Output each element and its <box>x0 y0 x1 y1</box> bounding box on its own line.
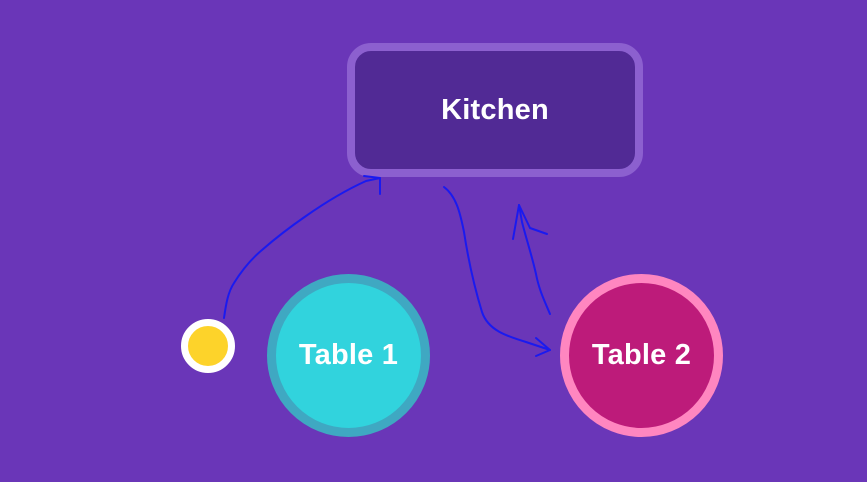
canvas: Kitchen Table 1 Table 2 <box>0 0 867 482</box>
arrow-kitchen-to-table-2 <box>443 186 551 351</box>
kitchen-label: Kitchen <box>441 93 549 126</box>
table-2-node[interactable]: Table 2 <box>560 274 723 437</box>
arrow-table-2-to-kitchen <box>518 204 551 315</box>
arrowhead-table-2-to-kitchen <box>512 204 548 240</box>
arrowhead-token-to-kitchen <box>363 175 381 195</box>
arrowhead-kitchen-to-table-2 <box>535 337 551 357</box>
yellow-token[interactable] <box>181 319 235 373</box>
kitchen-node[interactable]: Kitchen <box>347 43 643 177</box>
table-1-label: Table 1 <box>298 339 399 371</box>
table-2-label: Table 2 <box>591 339 692 371</box>
table-1-node[interactable]: Table 1 <box>267 274 430 437</box>
